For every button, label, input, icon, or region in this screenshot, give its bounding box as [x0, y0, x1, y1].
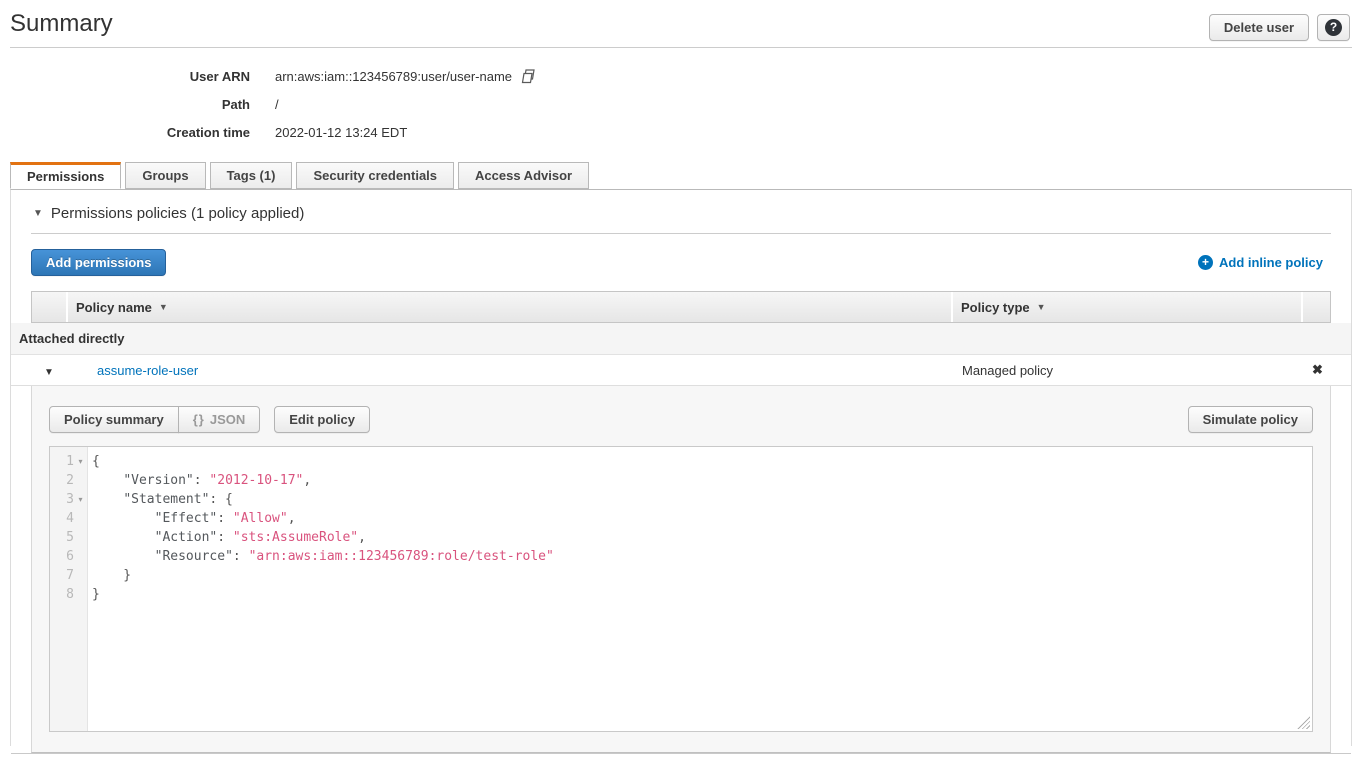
code-line: "Resource": "arn:aws:iam::123456789:role…	[92, 547, 1312, 566]
copy-icon[interactable]	[520, 68, 537, 85]
policy-actions-row: Add permissions + Add inline policy	[31, 246, 1331, 278]
line-number: 1	[50, 452, 74, 471]
gutter-line: 7	[50, 566, 87, 585]
help-button[interactable]: ?	[1317, 14, 1350, 41]
code-line: "Version": "2012-10-17",	[92, 471, 1312, 490]
policy-table-row: ▼ assume-role-user Managed policy ✖	[11, 355, 1351, 386]
policy-name-link[interactable]: assume-role-user	[97, 363, 198, 378]
select-column-header	[32, 292, 68, 322]
code-line: }	[92, 585, 1312, 604]
tab-groups[interactable]: Groups	[125, 162, 205, 189]
permissions-policies-section-header[interactable]: ▼ Permissions policies (1 policy applied…	[31, 190, 1331, 234]
json-button-label: JSON	[210, 412, 245, 427]
editor-code[interactable]: { "Version": "2012-10-17", "Statement": …	[88, 447, 1312, 731]
policy-table-header: Policy name ▼ Policy type ▼	[31, 291, 1331, 323]
code-line: "Action": "sts:AssumeRole",	[92, 528, 1312, 547]
permissions-policies-title: Permissions policies (1 policy applied)	[51, 205, 304, 222]
line-number: 2	[50, 471, 74, 490]
policy-detail-panel: Policy summary {} JSON Edit policy Simul…	[31, 386, 1331, 753]
braces-icon: {}	[193, 412, 205, 427]
fold-spacer	[74, 566, 87, 585]
code-line: }	[92, 566, 1312, 585]
gutter-line: 8	[50, 585, 87, 604]
policy-type-header-label: Policy type	[961, 300, 1030, 315]
user-arn-value: arn:aws:iam::123456789:user/user-name	[275, 69, 512, 84]
add-inline-policy-label: Add inline policy	[1219, 255, 1323, 270]
panel-bottom-divider	[11, 753, 1351, 754]
collapse-caret-icon: ▼	[33, 208, 43, 219]
delete-user-button[interactable]: Delete user	[1209, 14, 1309, 41]
edit-policy-button[interactable]: Edit policy	[274, 406, 370, 433]
line-number: 6	[50, 547, 74, 566]
plus-circle-icon: +	[1198, 255, 1213, 270]
help-icon: ?	[1325, 19, 1342, 36]
gutter-line[interactable]: 3▾	[50, 490, 87, 509]
creation-time-value: 2022-01-12 13:24 EDT	[275, 125, 407, 140]
user-info: User ARN arn:aws:iam::123456789:user/use…	[0, 48, 1362, 146]
policy-type-column-header[interactable]: Policy type ▼	[953, 292, 1303, 322]
editor-gutter: 1▾23▾45678	[50, 447, 88, 731]
user-arn-row: User ARN arn:aws:iam::123456789:user/use…	[0, 62, 1362, 90]
line-number: 5	[50, 528, 74, 547]
line-number: 8	[50, 585, 74, 604]
fold-caret-icon[interactable]: ▾	[74, 452, 87, 471]
fold-spacer	[74, 585, 87, 604]
header-actions: Delete user ?	[1209, 14, 1350, 41]
group-row-label: Attached directly	[19, 331, 124, 346]
tab-access-advisor[interactable]: Access Advisor	[458, 162, 589, 189]
path-value: /	[275, 97, 279, 112]
line-number: 4	[50, 509, 74, 528]
policy-view-toggle: Policy summary {} JSON	[49, 406, 260, 433]
code-line: {	[92, 452, 1312, 471]
permissions-panel: ▼ Permissions policies (1 policy applied…	[10, 189, 1352, 746]
line-number: 7	[50, 566, 74, 585]
fold-spacer	[74, 528, 87, 547]
fold-spacer	[74, 471, 87, 490]
policy-summary-button[interactable]: Policy summary	[49, 406, 179, 433]
policy-name-header-label: Policy name	[76, 300, 152, 315]
sort-caret-icon: ▼	[159, 302, 168, 312]
header-divider	[10, 47, 1352, 48]
creation-time-label: Creation time	[0, 125, 250, 140]
chevron-down-icon: ▼	[44, 367, 54, 378]
tab-permissions[interactable]: Permissions	[10, 162, 121, 189]
policy-type-cell: Managed policy	[954, 363, 1304, 378]
fold-caret-icon[interactable]: ▾	[74, 490, 87, 509]
gutter-line: 6	[50, 547, 87, 566]
tab-tags[interactable]: Tags (1)	[210, 162, 293, 189]
fold-spacer	[74, 509, 87, 528]
page-title: Summary	[10, 10, 1352, 38]
actions-column-header	[1303, 292, 1330, 322]
code-line: "Effect": "Allow",	[92, 509, 1312, 528]
attached-directly-group-row: Attached directly	[11, 323, 1351, 355]
gutter-line: 4	[50, 509, 87, 528]
expand-row-caret[interactable]: ▼	[31, 363, 67, 378]
policy-name-cell: assume-role-user	[67, 363, 954, 378]
code-line: "Statement": {	[92, 490, 1312, 509]
gutter-line: 5	[50, 528, 87, 547]
detach-policy-icon[interactable]: ✖	[1304, 362, 1331, 378]
page-header: Summary Delete user ?	[0, 0, 1362, 48]
policy-name-column-header[interactable]: Policy name ▼	[68, 292, 953, 322]
tab-bar: Permissions Groups Tags (1) Security cre…	[10, 162, 1352, 189]
path-row: Path /	[0, 90, 1362, 118]
gutter-line[interactable]: 1▾	[50, 452, 87, 471]
policy-json-editor[interactable]: 1▾23▾45678 { "Version": "2012-10-17", "S…	[49, 446, 1313, 732]
tab-security-credentials[interactable]: Security credentials	[296, 162, 454, 189]
creation-time-row: Creation time 2022-01-12 13:24 EDT	[0, 118, 1362, 146]
path-label: Path	[0, 97, 250, 112]
user-arn-label: User ARN	[0, 69, 250, 84]
add-permissions-button[interactable]: Add permissions	[31, 249, 166, 276]
add-inline-policy-link[interactable]: + Add inline policy	[1198, 255, 1323, 270]
fold-spacer	[74, 547, 87, 566]
line-number: 3	[50, 490, 74, 509]
simulate-policy-button[interactable]: Simulate policy	[1188, 406, 1313, 433]
policy-table: Policy name ▼ Policy type ▼ Attached dir…	[11, 291, 1351, 753]
json-button[interactable]: {} JSON	[178, 406, 261, 433]
policy-detail-toolbar: Policy summary {} JSON Edit policy Simul…	[49, 406, 1313, 433]
gutter-line: 2	[50, 471, 87, 490]
sort-caret-icon: ▼	[1037, 302, 1046, 312]
